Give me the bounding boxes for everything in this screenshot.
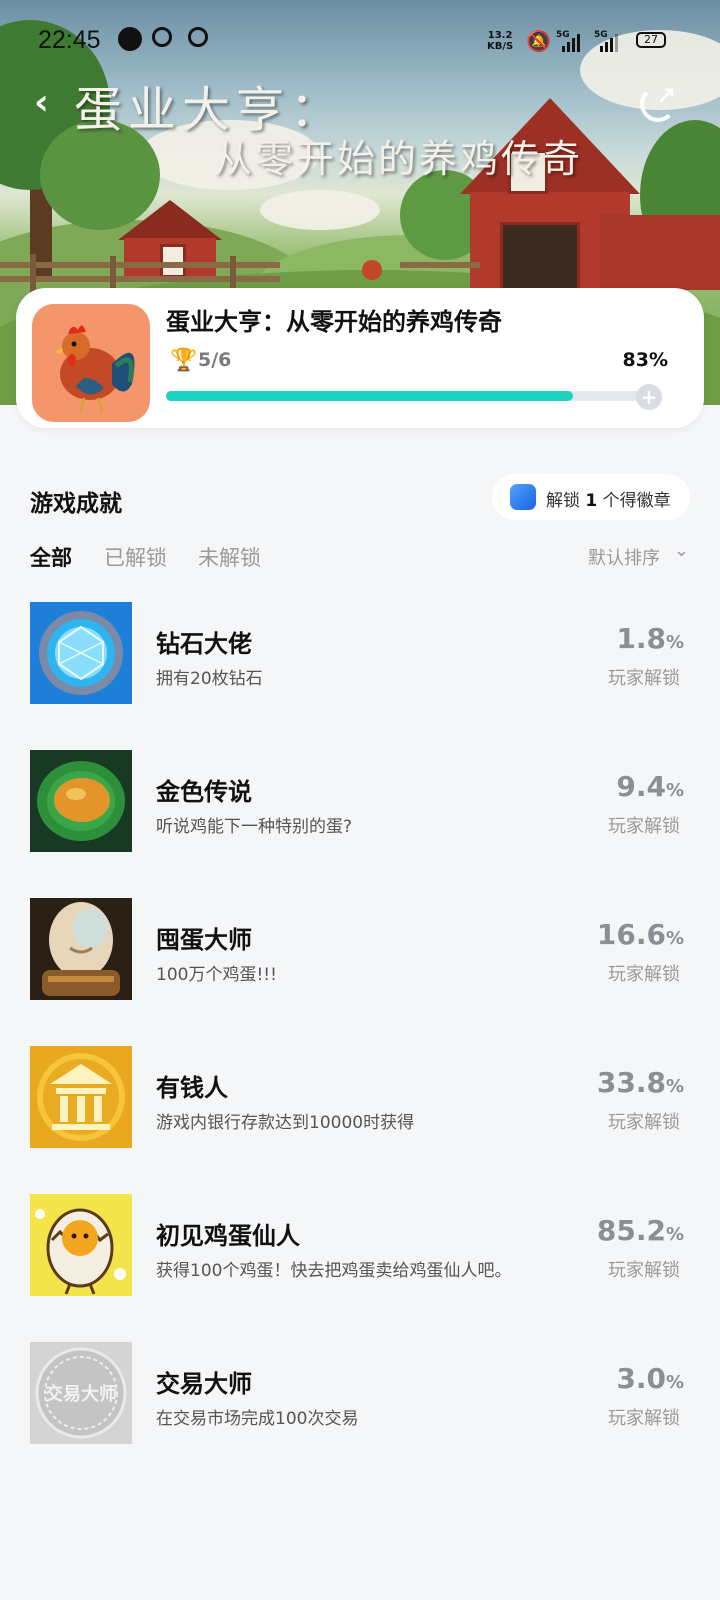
achievement-image-diamond: [30, 602, 132, 704]
achievement-image-egg-immortal: [30, 1194, 132, 1296]
achievement-percent: 33.8%: [596, 1066, 684, 1099]
achievement-percent: 16.6%: [596, 918, 684, 951]
achievement-name: 初见鸡蛋仙人: [156, 1222, 300, 1250]
achievement-percent: 9.4%: [616, 770, 684, 803]
achievement-image-golden-egg: [30, 750, 132, 852]
tab-unlocked[interactable]: 已解锁: [104, 542, 167, 572]
game-card[interactable]: 蛋业大亨：从零开始的养鸡传奇 🏆 5/6 83% +: [16, 288, 704, 428]
chevron-down-icon[interactable]: ⌄: [674, 540, 689, 561]
back-button[interactable]: ‹: [34, 85, 68, 121]
check-icon: [188, 27, 208, 47]
achievement-percent: 1.8%: [616, 622, 684, 655]
progress-percent: 83%: [622, 349, 668, 371]
achievement-sub: 玩家解锁: [608, 816, 680, 837]
achievement-image-bank: [30, 1046, 132, 1148]
achievement-sub: 玩家解锁: [608, 1112, 680, 1133]
tab-all[interactable]: 全部: [30, 542, 72, 572]
achievement-percent: 3.0%: [616, 1362, 684, 1395]
network-speed: 13.2 KB/S: [487, 30, 514, 52]
section-title: 游戏成就: [30, 491, 122, 517]
unlocked-count: 5/6: [198, 349, 232, 371]
share-arrow-icon[interactable]: ↗: [656, 82, 676, 110]
achievement-item[interactable]: 交易大师 交易大师 在交易市场完成100次交易 3.0% 玩家解锁: [0, 1342, 720, 1444]
achievement-item[interactable]: 有钱人 游戏内银行存款达到10000时获得 33.8% 玩家解锁: [0, 1046, 720, 1148]
badge-icon: [510, 484, 536, 510]
achievement-sub: 玩家解锁: [608, 1408, 680, 1429]
app-icon: [152, 27, 172, 47]
achievement-desc: 游戏内银行存款达到10000时获得: [156, 1113, 415, 1133]
achievement-item[interactable]: 金色传说 听说鸡能下一种特别的蛋? 9.4% 玩家解锁: [0, 750, 720, 852]
achievement-sub: 玩家解锁: [608, 1260, 680, 1281]
game-icon: [32, 304, 150, 422]
achievement-item[interactable]: 钻石大佬 拥有20枚钻石 1.8% 玩家解锁: [0, 602, 720, 704]
achievement-name: 有钱人: [156, 1074, 228, 1102]
achievement-item[interactable]: 初见鸡蛋仙人 获得100个鸡蛋！快去把鸡蛋卖给鸡蛋仙人吧。 85.2% 玩家解锁: [0, 1194, 720, 1296]
achievement-sub: 玩家解锁: [608, 668, 680, 689]
badge-text: 解锁 1 个得徽章: [546, 491, 671, 511]
sort-dropdown[interactable]: 默认排序: [588, 544, 660, 570]
signal-icon: [562, 34, 580, 52]
achievement-name: 钻石大佬: [156, 630, 252, 658]
game-name: 蛋业大亨：从零开始的养鸡传奇: [166, 308, 502, 336]
progress-end-icon: +: [636, 384, 662, 410]
progress-bar: [166, 391, 656, 401]
achievement-sub: 玩家解锁: [608, 964, 680, 985]
achievement-item[interactable]: 囤蛋大师 100万个鸡蛋!!! 16.6% 玩家解锁: [0, 898, 720, 1000]
achievement-name: 囤蛋大师: [156, 926, 252, 954]
achievement-name: 交易大师: [156, 1370, 252, 1398]
battery-icon: 27: [636, 32, 666, 48]
status-bar: 22:45 13.2 KB/S 🔕 5G 5G 27: [0, 0, 720, 80]
badge-pill[interactable]: 解锁 1 个得徽章: [492, 474, 690, 520]
chat-icon: [118, 27, 142, 51]
achievement-desc: 在交易市场完成100次交易: [156, 1409, 359, 1429]
achievement-percent: 85.2%: [596, 1214, 684, 1247]
clock: 22:45: [38, 26, 101, 54]
mute-icon: 🔕: [526, 29, 551, 53]
signal-icon-2: [600, 34, 618, 52]
progress-fill: [166, 391, 573, 401]
trophy-icon: 🏆: [170, 348, 198, 373]
achievement-desc: 100万个鸡蛋!!!: [156, 965, 277, 985]
stamp-text: 交易大师: [45, 1383, 117, 1405]
achievement-image-egg-hoarder: [30, 898, 132, 1000]
tab-locked[interactable]: 未解锁: [198, 542, 261, 572]
achievement-desc: 听说鸡能下一种特别的蛋?: [156, 817, 353, 837]
achievement-desc: 获得100个鸡蛋！快去把鸡蛋卖给鸡蛋仙人吧。: [156, 1261, 512, 1281]
achievement-name: 金色传说: [156, 778, 252, 806]
hero-title-line2: 从零开始的养鸡传奇: [214, 137, 584, 181]
achievement-desc: 拥有20枚钻石: [156, 669, 263, 689]
achievement-image-trade-master: 交易大师: [30, 1342, 132, 1444]
